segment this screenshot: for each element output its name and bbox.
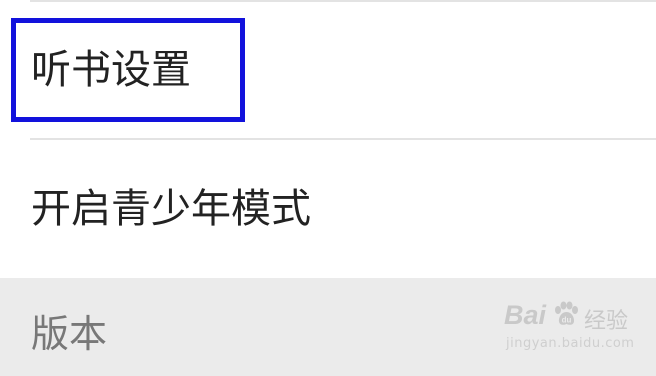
watermark-brand-suffix: 经验 [584, 309, 629, 334]
audiobook-settings-row[interactable]: 听书设置 [0, 2, 656, 138]
teen-mode-row[interactable]: 开启青少年模式 [0, 140, 656, 278]
paw-icon: du [555, 301, 578, 325]
audiobook-settings-label: 听书设置 [31, 47, 191, 93]
watermark-brand: Bai [504, 300, 547, 330]
baidu-jingyan-watermark: Bai du 经验 jingyan.baidu.com [504, 300, 634, 356]
teen-mode-label: 开启青少年模式 [31, 186, 311, 232]
version-section-label: 版本 [31, 312, 108, 356]
svg-text:du: du [562, 316, 572, 325]
version-section: 版本 Bai du 经验 jingyan.baidu.com [0, 278, 656, 376]
watermark-url: jingyan.baidu.com [506, 336, 635, 351]
